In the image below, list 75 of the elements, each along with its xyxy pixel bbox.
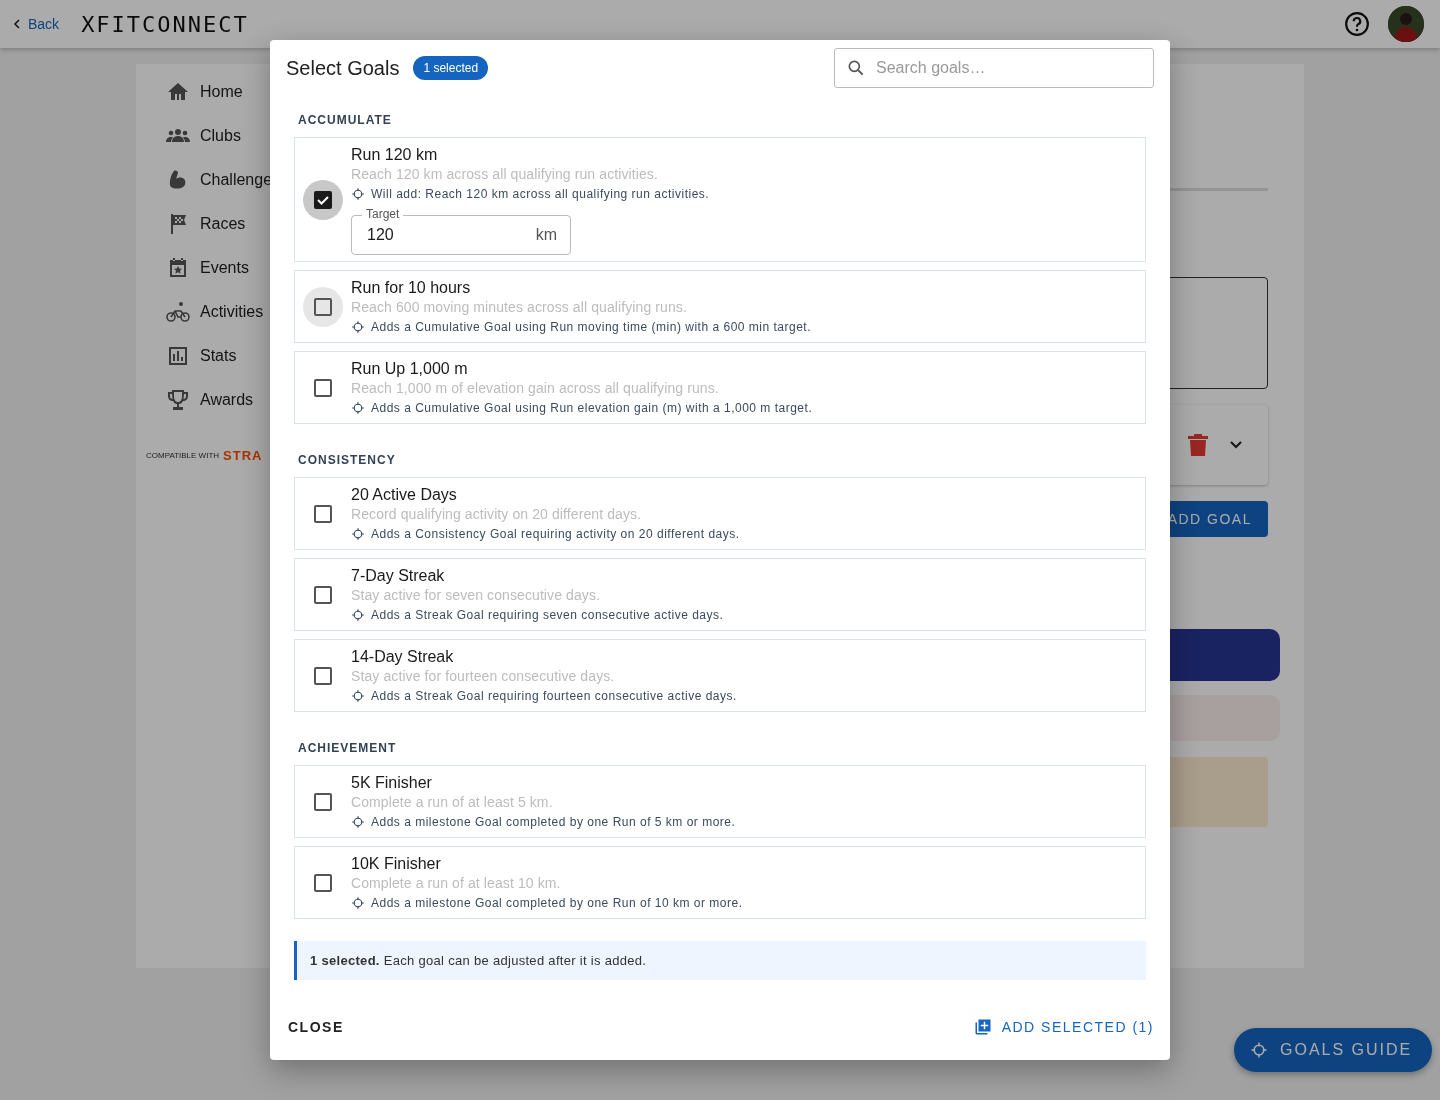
section-heading: ACHIEVEMENT <box>297 740 398 757</box>
brand-logo: STRA <box>223 448 263 463</box>
checkbox[interactable] <box>314 874 332 892</box>
search-icon <box>846 58 866 78</box>
trash-icon[interactable] <box>1188 434 1208 456</box>
add-library-icon <box>973 1018 992 1036</box>
check-icon <box>316 193 330 207</box>
field-label: Target <box>362 207 404 221</box>
goal-title: Run Up 1,000 m <box>351 359 469 378</box>
target-icon <box>351 896 365 910</box>
goal-note: Adds a Cumulative Goal using Run elevation gain (m) with a 1,000 m target. <box>371 400 813 417</box>
goal-option[interactable]: Run 120 km Reach 120 km across all qualifying run activities. Will add: Reach 120 km across all qualifying run activities. 120 Target km <box>294 137 1146 262</box>
help-icon[interactable] <box>1344 11 1370 37</box>
target-icon <box>351 527 365 541</box>
goal-note: Will add: Reach 120 km across all qualifying run activities. <box>371 186 710 203</box>
back-link[interactable]: Back <box>12 16 60 32</box>
selected-count-badge: 1 selected <box>413 56 489 80</box>
goal-description: Reach 1,000 m of elevation gain across all qualifying runs. <box>351 379 720 398</box>
goal-note: Adds a milestone Goal completed by one Run of 5 km or more. <box>371 814 736 831</box>
checkbox[interactable] <box>314 298 332 316</box>
goal-description: Stay active for fourteen consecutive days. <box>351 667 616 686</box>
target-icon <box>351 608 365 622</box>
compatible-label: COMPATIBLE WITH <box>146 451 220 460</box>
target-icon <box>351 320 365 334</box>
goal-option[interactable]: Run for 10 hours Reach 600 moving minutes across all qualifying runs. Adds a Cumulative Goal using Run moving time (min) with a 600 min target. <box>294 270 1146 343</box>
target-icon <box>351 815 365 829</box>
goal-note: Adds a Streak Goal requiring fourteen consecutive active days. <box>371 688 737 705</box>
checkbox[interactable] <box>314 191 332 209</box>
checkbox[interactable] <box>314 793 332 811</box>
checkbox[interactable] <box>314 379 332 397</box>
goal-title: 14-Day Streak <box>351 647 455 666</box>
goal-description: Complete a run of at least 5 km. <box>351 793 554 812</box>
close-button[interactable]: CLOSE <box>286 1013 346 1041</box>
goal-title: Run for 10 hours <box>351 278 472 297</box>
trophy-icon <box>166 388 190 412</box>
selection-summary: 1 selected. Each goal can be adjusted after it is added. <box>294 941 1146 980</box>
avatar[interactable] <box>1388 6 1424 42</box>
goal-title: 5K Finisher <box>351 773 433 792</box>
goal-note: Adds a Consistency Goal requiring activity on 20 different days. <box>371 526 740 543</box>
goal-title: 20 Active Days <box>351 485 458 504</box>
bar-chart-icon <box>166 344 190 368</box>
checkbox[interactable] <box>314 505 332 523</box>
section-heading: ACCUMULATE <box>297 112 393 129</box>
goal-option[interactable]: 14-Day Streak Stay active for fourteen consecutive days. Adds a Streak Goal requiring fourteen consecutive active days. <box>294 639 1146 712</box>
target-icon <box>1250 1041 1268 1059</box>
goal-note: Adds a Streak Goal requiring seven consecutive active days. <box>371 607 724 624</box>
goal-description: Reach 120 km across all qualifying run activities. <box>351 165 659 184</box>
section-heading: CONSISTENCY <box>297 452 397 469</box>
goal-description: Record qualifying activity on 20 different days. <box>351 505 643 524</box>
goal-description: Reach 600 moving minutes across all qualifying runs. <box>351 298 688 317</box>
search-field[interactable]: Search goals… <box>834 48 1154 88</box>
goal-option[interactable]: 20 Active Days Record qualifying activity on 20 different days. Adds a Consistency Goal requiring activity on 20 different days. <box>294 477 1146 550</box>
dialog-title: Select Goals <box>286 56 400 80</box>
add-selected-button[interactable]: ADD SELECTED (1) <box>973 1012 1154 1042</box>
goal-option[interactable]: 7-Day Streak Stay active for seven consecutive days. Adds a Streak Goal requiring seven consecutive active days. <box>294 558 1146 631</box>
goal-description: Stay active for seven consecutive days. <box>351 586 602 605</box>
unit-label: km <box>535 226 557 244</box>
target-icon <box>351 187 365 201</box>
goal-note: Adds a Cumulative Goal using Run moving time (min) with a 600 min target. <box>371 319 811 336</box>
goal-description: Complete a run of at least 10 km. <box>351 874 562 893</box>
target-icon <box>351 689 365 703</box>
logo: XFITCONNECT <box>81 11 249 37</box>
goal-option[interactable]: Run Up 1,000 m Reach 1,000 m of elevation gain across all qualifying runs. Adds a Cumulative Goal using Run elevation gain (m) with a 1,000 m target. <box>294 351 1146 424</box>
checkbox[interactable] <box>314 667 332 685</box>
goal-option[interactable]: 10K Finisher Complete a run of at least 10 km. Adds a milestone Goal completed by one Run of 10 km or more. <box>294 846 1146 919</box>
bicycle-icon <box>166 300 190 324</box>
goal-title: 10K Finisher <box>351 854 442 873</box>
goal-title: Run 120 km <box>351 145 439 164</box>
target-icon <box>351 401 365 415</box>
chevron-left-icon <box>12 19 22 29</box>
goal-title: 7-Day Streak <box>351 566 446 585</box>
goal-note: Adds a milestone Goal completed by one Run of 10 km or more. <box>371 895 743 912</box>
goal-option[interactable]: 5K Finisher Complete a run of at least 5 km. Adds a milestone Goal completed by one Run of 5 km or more. <box>294 765 1146 838</box>
checkbox[interactable] <box>314 586 332 604</box>
goals-guide-button[interactable]: GOALS GUIDE <box>1234 1028 1433 1072</box>
